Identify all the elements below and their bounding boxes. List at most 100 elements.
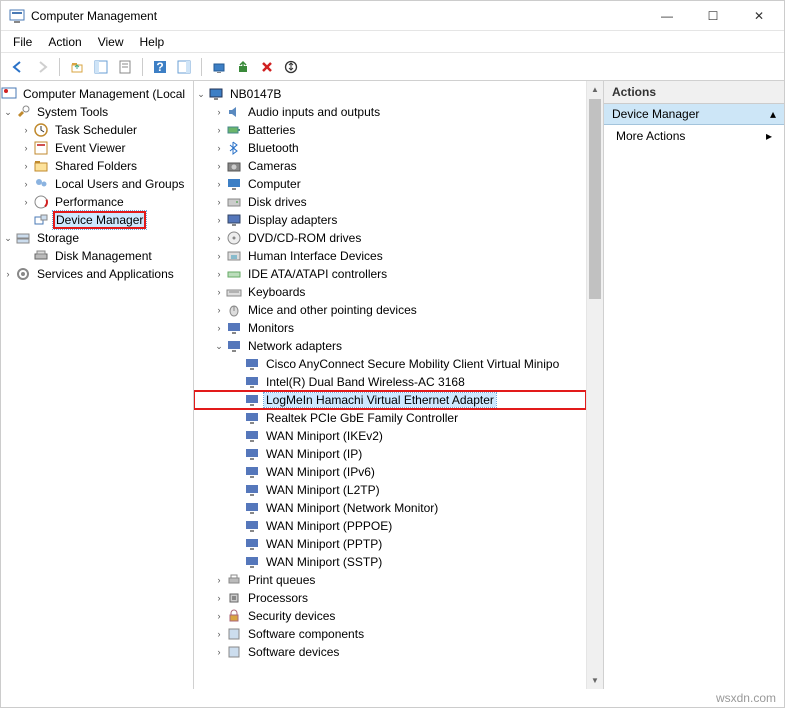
dev-network-item[interactable]: WAN Miniport (IKEv2): [194, 427, 586, 445]
dev-network-item[interactable]: Cisco AnyConnect Secure Mobility Client …: [194, 355, 586, 373]
dev-audio[interactable]: ›Audio inputs and outputs: [194, 103, 586, 121]
result-pane[interactable]: ⌄NB0147B ›Audio inputs and outputs ›Batt…: [194, 81, 604, 689]
caret-open-icon[interactable]: ⌄: [1, 103, 15, 121]
collapse-icon[interactable]: ▴: [770, 107, 776, 121]
forward-button[interactable]: [31, 56, 53, 78]
net-item-label: Cisco AnyConnect Secure Mobility Client …: [264, 357, 561, 371]
tree-services-apps[interactable]: › Services and Applications: [1, 265, 193, 283]
net-item-label: LogMeIn Hamachi Virtual Ethernet Adapter: [264, 393, 496, 407]
dev-network-item[interactable]: LogMeIn Hamachi Virtual Ethernet Adapter: [194, 391, 586, 409]
caret-icon[interactable]: ›: [19, 193, 33, 211]
dev-computer[interactable]: ›Computer: [194, 175, 586, 193]
update-driver-button[interactable]: [232, 56, 254, 78]
dev-software-comp[interactable]: ›Software components: [194, 625, 586, 643]
camera-icon: [226, 158, 242, 174]
tree-system-tools[interactable]: ⌄ System Tools: [1, 103, 193, 121]
dev-network-item[interactable]: Realtek PCIe GbE Family Controller: [194, 409, 586, 427]
bluetooth-icon: [226, 140, 242, 156]
dev-network-item[interactable]: Intel(R) Dual Band Wireless-AC 3168: [194, 373, 586, 391]
event-icon: [33, 140, 49, 156]
dev-software-dev[interactable]: ›Software devices: [194, 643, 586, 661]
dev-hid[interactable]: ›Human Interface Devices: [194, 247, 586, 265]
help-button[interactable]: ?: [149, 56, 171, 78]
dev-dvd[interactable]: ›DVD/CD-ROM drives: [194, 229, 586, 247]
nic-icon: [244, 500, 260, 516]
caret-icon[interactable]: ›: [19, 175, 33, 193]
tree-shared-folders[interactable]: › Shared Folders: [1, 157, 193, 175]
minimize-button[interactable]: —: [644, 1, 690, 31]
monitors-icon: [226, 320, 242, 336]
tree-disk-management[interactable]: Disk Management: [1, 247, 193, 265]
dev-mice[interactable]: ›Mice and other pointing devices: [194, 301, 586, 319]
menu-help[interactable]: Help: [132, 33, 173, 51]
dev-network[interactable]: ⌄Network adapters: [194, 337, 586, 355]
menu-view[interactable]: View: [90, 33, 132, 51]
back-button[interactable]: [7, 56, 29, 78]
footer-text: wsxdn.com: [716, 691, 776, 705]
tree-local-users[interactable]: › Local Users and Groups: [1, 175, 193, 193]
monitor-icon: [226, 176, 242, 192]
caret-icon[interactable]: ›: [19, 121, 33, 139]
dev-ide[interactable]: ›IDE ATA/ATAPI controllers: [194, 265, 586, 283]
dev-network-item[interactable]: WAN Miniport (Network Monitor): [194, 499, 586, 517]
menu-action[interactable]: Action: [40, 33, 89, 51]
caret-open-icon[interactable]: ⌄: [1, 229, 15, 247]
disable-button[interactable]: [280, 56, 302, 78]
storage-icon: [15, 230, 31, 246]
scan-hardware-button[interactable]: [208, 56, 230, 78]
tree-device-manager[interactable]: Device Manager: [1, 211, 193, 229]
dev-bluetooth[interactable]: ›Bluetooth: [194, 139, 586, 157]
vertical-scrollbar[interactable]: ▲ ▼: [586, 81, 603, 689]
scope-pane[interactable]: Computer Management (Local ⌄ System Tool…: [1, 81, 194, 689]
dev-network-item[interactable]: WAN Miniport (PPTP): [194, 535, 586, 553]
dev-network-item[interactable]: WAN Miniport (IP): [194, 445, 586, 463]
menubar: File Action View Help: [1, 31, 784, 53]
scroll-down-icon[interactable]: ▼: [587, 672, 603, 689]
network-icon: [226, 338, 242, 354]
dev-processors[interactable]: ›Processors: [194, 589, 586, 607]
caret-icon[interactable]: ›: [1, 265, 15, 283]
up-button[interactable]: [66, 56, 88, 78]
dev-print[interactable]: ›Print queues: [194, 571, 586, 589]
caret-icon[interactable]: ›: [19, 157, 33, 175]
close-button[interactable]: ✕: [736, 1, 782, 31]
dev-display[interactable]: ›Display adapters: [194, 211, 586, 229]
tree-task-scheduler[interactable]: › Task Scheduler: [1, 121, 193, 139]
dev-keyboards[interactable]: ›Keyboards: [194, 283, 586, 301]
software-icon: [226, 626, 242, 642]
action-pane-button[interactable]: [173, 56, 195, 78]
tree-root[interactable]: Computer Management (Local: [1, 85, 193, 103]
scroll-thumb[interactable]: [589, 99, 601, 299]
caret-icon[interactable]: ›: [19, 139, 33, 157]
uninstall-button[interactable]: [256, 56, 278, 78]
dev-cameras[interactable]: ›Cameras: [194, 157, 586, 175]
dev-network-item[interactable]: WAN Miniport (L2TP): [194, 481, 586, 499]
dev-computer-root[interactable]: ⌄NB0147B: [194, 85, 586, 103]
tree-performance[interactable]: › Performance: [1, 193, 193, 211]
hid-icon: [226, 248, 242, 264]
dev-network-item[interactable]: WAN Miniport (PPPOE): [194, 517, 586, 535]
dev-monitors[interactable]: ›Monitors: [194, 319, 586, 337]
dev-security[interactable]: ›Security devices: [194, 607, 586, 625]
actions-more[interactable]: More Actions ▸: [604, 125, 784, 147]
dev-disk-drives[interactable]: ›Disk drives: [194, 193, 586, 211]
menu-file[interactable]: File: [5, 33, 40, 51]
dev-network-item[interactable]: WAN Miniport (IPv6): [194, 463, 586, 481]
scroll-up-icon[interactable]: ▲: [587, 81, 603, 98]
properties-button[interactable]: [114, 56, 136, 78]
net-item-label: WAN Miniport (IKEv2): [264, 429, 385, 443]
nic-icon: [244, 356, 260, 372]
tree-event-viewer[interactable]: › Event Viewer: [1, 139, 193, 157]
show-hide-tree-button[interactable]: [90, 56, 112, 78]
pc-icon: [208, 86, 224, 102]
tree-storage[interactable]: ⌄ Storage: [1, 229, 193, 247]
dev-network-item[interactable]: WAN Miniport (SSTP): [194, 553, 586, 571]
nic-icon: [244, 392, 260, 408]
actions-section[interactable]: Device Manager ▴: [604, 104, 784, 125]
maximize-button[interactable]: ☐: [690, 1, 736, 31]
dev-batteries[interactable]: ›Batteries: [194, 121, 586, 139]
net-item-label: WAN Miniport (SSTP): [264, 555, 384, 569]
toolbar: ?: [1, 53, 784, 81]
dvd-icon: [226, 230, 242, 246]
nic-icon: [244, 482, 260, 498]
